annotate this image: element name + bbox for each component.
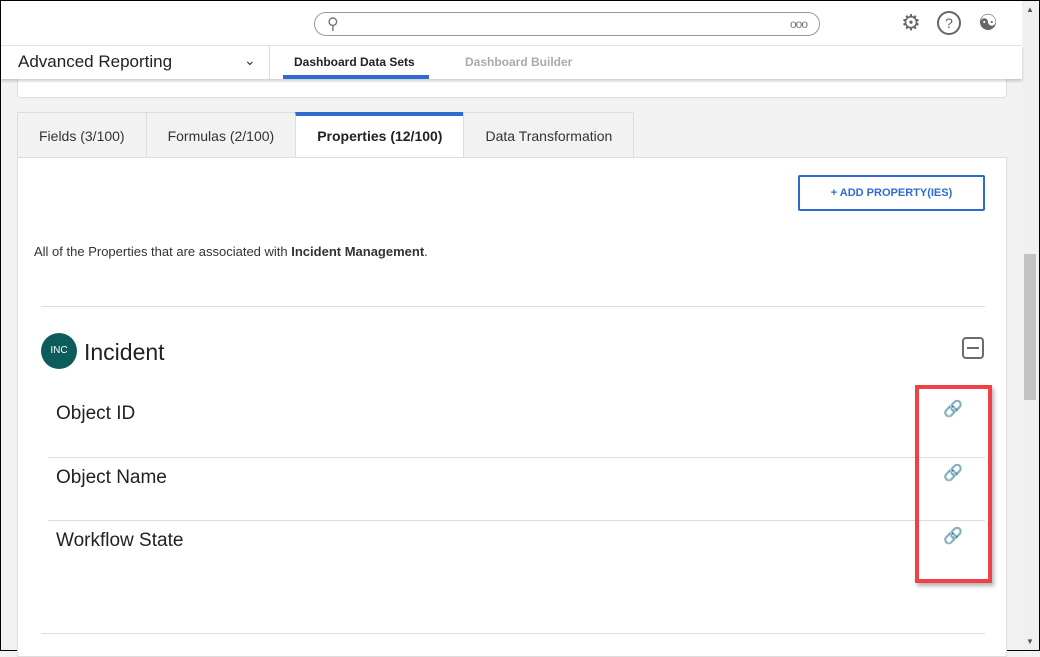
app-title[interactable]: Advanced Reporting — [18, 52, 172, 72]
add-property-button[interactable]: + ADD PROPERTY(IES) — [798, 175, 985, 211]
properties-panel: + ADD PROPERTY(IES) All of the Propertie… — [17, 157, 1007, 657]
divider — [269, 46, 270, 79]
more-options-icon[interactable]: ooo — [790, 17, 808, 31]
search-icon: ⚲ — [327, 16, 339, 33]
add-property-label: ADD PROPERTY(IES) — [839, 187, 953, 199]
scroll-down-icon[interactable]: ▼ — [1026, 637, 1034, 646]
property-row: Object ID 🔗 — [48, 384, 985, 447]
help-icon[interactable]: ? — [937, 11, 961, 35]
tab-fields[interactable]: Fields (3/100) — [17, 112, 146, 158]
tab-formulas[interactable]: Formulas (2/100) — [145, 112, 296, 158]
property-label: Workflow State — [56, 530, 184, 551]
object-badge: INC — [41, 333, 77, 369]
data-set-tabs: Fields (3/100) Formulas (2/100) Properti… — [17, 112, 635, 158]
app-nav: Advanced Reporting ⌄ Dashboard Data Sets… — [1, 46, 1022, 79]
scroll-up-icon[interactable]: ▲ — [1026, 5, 1034, 14]
plus-icon: + — [830, 187, 840, 199]
collapse-icon[interactable] — [962, 337, 984, 359]
gear-icon[interactable]: ⚙ — [899, 11, 923, 35]
description: All of the Properties that are associate… — [34, 244, 428, 259]
tab-properties[interactable]: Properties (12/100) — [295, 112, 464, 158]
desc-suffix: . — [424, 244, 428, 259]
scrollbar[interactable]: ▲ ▼ — [1022, 1, 1039, 650]
property-row: Object Name 🔗 — [48, 448, 985, 511]
user-icon[interactable]: ☯ — [976, 11, 1000, 35]
scrollbar-thumb[interactable] — [1024, 254, 1036, 400]
tab-dashboard-builder[interactable]: Dashboard Builder — [465, 55, 572, 69]
object-title: Incident — [84, 339, 165, 365]
tab-dashboard-data-sets[interactable]: Dashboard Data Sets — [294, 55, 415, 69]
desc-text: All of the Properties that are associate… — [34, 244, 292, 259]
property-label: Object Name — [56, 467, 167, 488]
active-tab-indicator — [283, 75, 429, 79]
chevron-down-icon[interactable]: ⌄ — [244, 52, 256, 69]
highlight-box — [915, 385, 992, 583]
top-bar: ⚲ ooo ⚙ ? ☯ — [1, 1, 1022, 46]
header-card — [17, 79, 1007, 98]
tab-data-transformation[interactable]: Data Transformation — [463, 112, 635, 158]
search-input[interactable]: ⚲ ooo — [314, 12, 820, 36]
divider — [41, 306, 985, 307]
property-row: Workflow State 🔗 — [48, 511, 985, 574]
property-label: Object ID — [56, 403, 136, 424]
divider — [41, 633, 985, 634]
desc-bold: Incident Management — [291, 244, 425, 259]
